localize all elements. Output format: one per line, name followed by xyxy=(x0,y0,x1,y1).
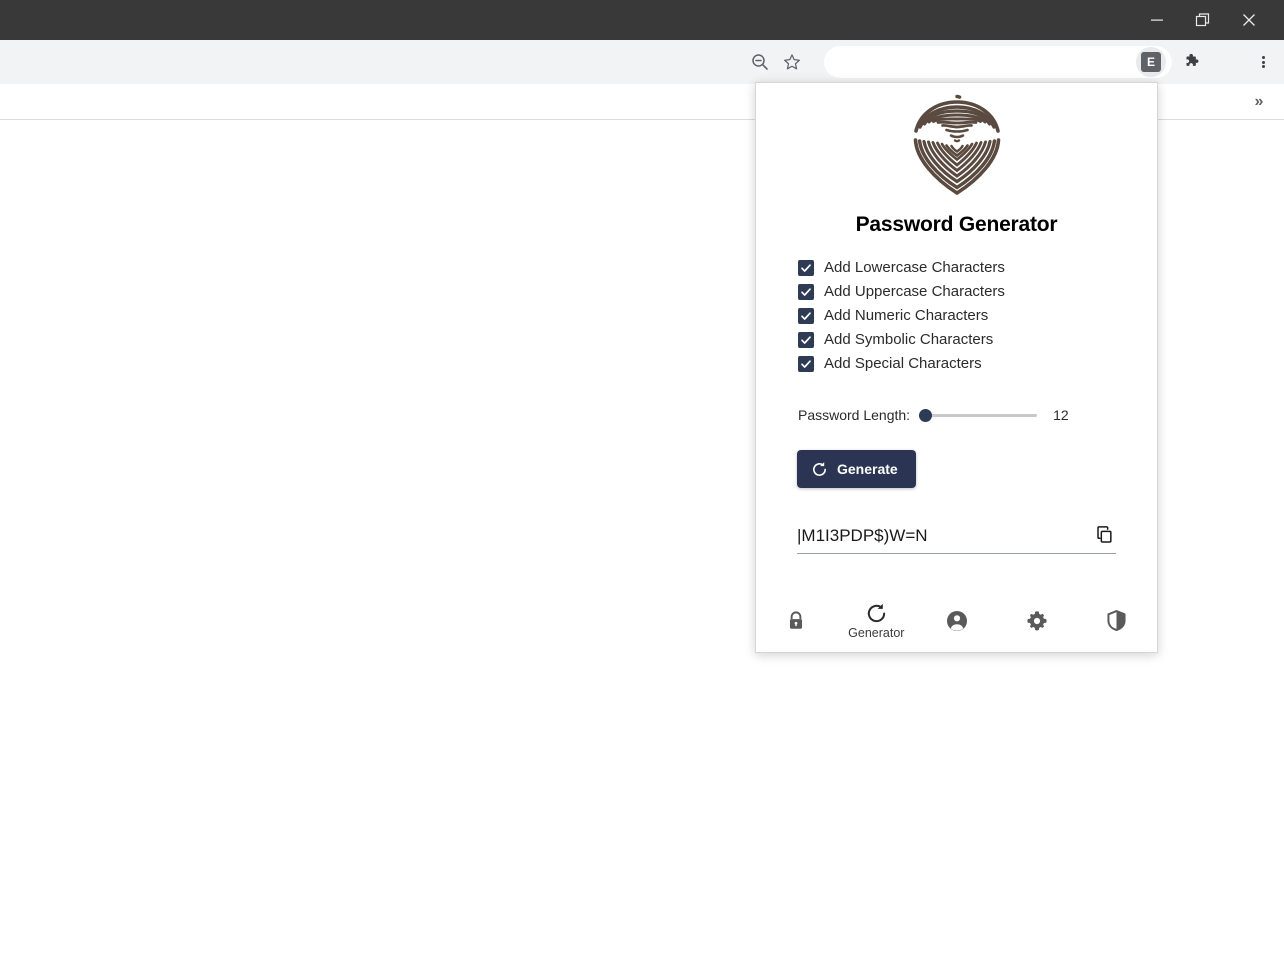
bookmark-star-button[interactable] xyxy=(776,46,808,78)
window-maximize-button[interactable] xyxy=(1180,0,1226,40)
window-minimize-button[interactable] xyxy=(1134,0,1180,40)
check-icon xyxy=(801,264,811,272)
nav-item-settings[interactable] xyxy=(997,590,1077,652)
minimize-icon xyxy=(1151,19,1163,21)
option-row-uppercase[interactable]: Add Uppercase Characters xyxy=(798,280,1157,304)
gear-icon xyxy=(1027,610,1047,631)
character-options-group: Add Lowercase Characters Add Uppercase C… xyxy=(756,256,1157,376)
browser-title-bar xyxy=(0,0,1284,40)
option-label-numeric: Add Numeric Characters xyxy=(824,307,989,324)
checkbox-numeric[interactable] xyxy=(798,308,814,324)
check-icon xyxy=(801,288,811,296)
slider-track xyxy=(919,413,1038,417)
app-logo xyxy=(756,83,1157,203)
option-row-numeric[interactable]: Add Numeric Characters xyxy=(798,304,1157,328)
page-title: Password Generator xyxy=(855,213,1058,236)
close-icon xyxy=(1243,14,1255,26)
option-label-symbolic: Add Symbolic Characters xyxy=(824,331,994,348)
nav-item-security[interactable] xyxy=(1077,590,1157,652)
toolbar-left-spacer xyxy=(0,40,740,84)
checkbox-uppercase[interactable] xyxy=(798,284,814,300)
check-icon xyxy=(801,360,811,368)
password-length-label: Password Length: xyxy=(798,407,911,423)
copy-password-button[interactable] xyxy=(1092,522,1116,546)
zoom-out-icon xyxy=(752,54,768,70)
browser-menu-button[interactable] xyxy=(1246,45,1280,79)
option-label-lowercase: Add Lowercase Characters xyxy=(824,259,1005,276)
lock-icon xyxy=(790,610,803,629)
option-row-symbolic[interactable]: Add Symbolic Characters xyxy=(798,328,1157,352)
checkbox-lowercase[interactable] xyxy=(798,260,814,276)
bookmarks-overflow-button[interactable]: » xyxy=(1246,89,1272,115)
extension-badge-letter: E xyxy=(1141,52,1161,72)
nav-item-account[interactable] xyxy=(916,590,996,652)
zoom-out-button[interactable] xyxy=(744,46,776,78)
option-row-special[interactable]: Add Special Characters xyxy=(798,352,1157,376)
generated-password-field[interactable]: |M1I3PDP$)W=N xyxy=(797,518,1116,554)
password-length-value: 12 xyxy=(1053,407,1069,423)
check-icon xyxy=(801,312,811,320)
three-dot-menu-icon xyxy=(1261,55,1265,70)
restore-icon xyxy=(1195,13,1210,27)
generate-button-wrap: Generate xyxy=(756,450,1157,488)
password-generator-popup: Password Generator Add Lowercase Charact… xyxy=(755,82,1158,653)
check-icon xyxy=(801,336,811,344)
browser-toolbar: E xyxy=(0,40,1284,84)
checkbox-symbolic[interactable] xyxy=(798,332,814,348)
option-label-uppercase: Add Uppercase Characters xyxy=(824,283,1005,300)
password-length-slider[interactable] xyxy=(919,407,1038,423)
option-row-lowercase[interactable]: Add Lowercase Characters xyxy=(798,256,1157,280)
generated-password-value: |M1I3PDP$)W=N xyxy=(797,526,928,545)
shield-icon xyxy=(1107,610,1126,631)
nav-item-vault[interactable] xyxy=(756,590,836,652)
puzzle-piece-icon xyxy=(1186,53,1199,66)
popup-bottom-nav: Generator xyxy=(756,590,1157,652)
refresh-icon xyxy=(867,603,885,623)
window-close-button[interactable] xyxy=(1226,0,1272,40)
nav-label-generator: Generator xyxy=(848,626,905,640)
refresh-icon xyxy=(813,461,826,476)
omnibox-trailing-actions xyxy=(740,44,812,80)
address-bar[interactable]: E xyxy=(824,46,1172,78)
copy-icon xyxy=(1096,525,1112,543)
generate-button[interactable]: Generate xyxy=(797,450,916,488)
popup-body: Password Generator Add Lowercase Charact… xyxy=(756,83,1157,590)
extension-action-button[interactable]: E xyxy=(1136,47,1166,77)
slider-thumb[interactable] xyxy=(919,408,933,422)
extensions-button[interactable] xyxy=(1176,45,1210,79)
generate-button-label: Generate xyxy=(837,461,898,477)
checkbox-special[interactable] xyxy=(798,356,814,372)
star-icon xyxy=(784,54,800,70)
option-label-special: Add Special Characters xyxy=(824,355,982,372)
fingerprint-icon xyxy=(913,94,1000,196)
account-circle-icon xyxy=(946,610,967,631)
password-length-control: Password Length: 12 xyxy=(756,407,1157,423)
nav-item-generator[interactable]: Generator xyxy=(836,590,916,652)
